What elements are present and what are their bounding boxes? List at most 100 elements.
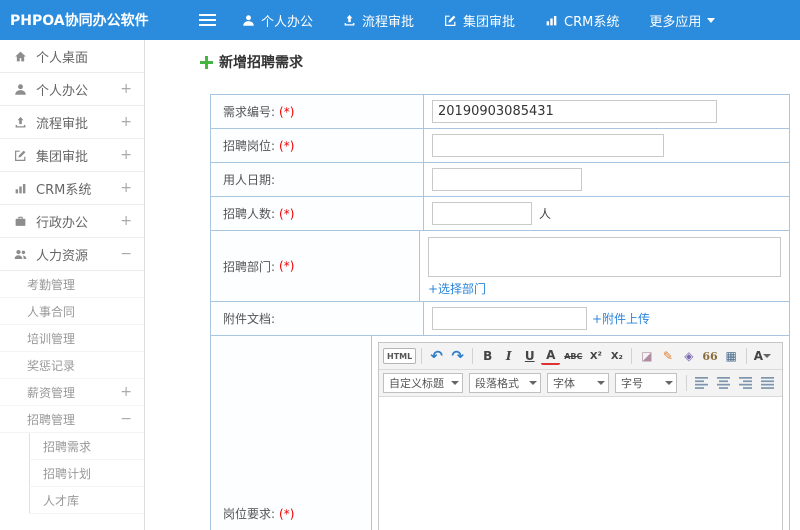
heading-select[interactable]: 自定义标题 — [383, 373, 463, 393]
sidebar-item[interactable]: 人事合同 — [0, 298, 144, 325]
menu-icon[interactable] — [199, 10, 216, 30]
select-department-link[interactable]: +选择部门 — [428, 280, 486, 297]
sidebar-item[interactable]: 人力资源 − — [0, 238, 144, 271]
field-value: +附件上传 — [424, 302, 789, 335]
home-icon — [14, 50, 27, 63]
sidebar-item[interactable]: 行政办公 + — [0, 205, 144, 238]
sidebar-item-label: 薪资管理 — [27, 385, 76, 400]
field-label: 招聘人数: (*) — [211, 197, 424, 230]
nav-item[interactable]: CRM系统 — [545, 11, 619, 30]
expander-icon[interactable]: − — [120, 247, 132, 261]
sidebar-item[interactable]: 流程审批 + — [0, 106, 144, 139]
align-justify-button[interactable] — [761, 377, 775, 389]
required-mark: (*) — [279, 138, 295, 153]
sidebar-menu: 个人桌面 个人办公 + 流程审批 + 集团审批 + CRM系统 + 行政办公 + 人力资源 − 考勤管理人… — [0, 40, 144, 514]
sidebar: 个人桌面 个人办公 + 流程审批 + 集团审批 + CRM系统 + 行政办公 + 人力资源 − 考勤管理人… — [0, 40, 145, 530]
caret-down-icon — [707, 17, 716, 27]
table-button[interactable]: ▦ — [722, 346, 741, 366]
required-mark: (*) — [279, 206, 295, 221]
undo-button[interactable]: ↶ — [427, 346, 446, 366]
app-logo: PHPOA协同办公软件 — [10, 13, 149, 29]
sidebar-item[interactable]: 个人桌面 — [0, 40, 144, 73]
font-color-button[interactable]: A — [541, 348, 561, 365]
strikethrough-button[interactable]: ABC — [562, 346, 584, 366]
blockquote-button[interactable]: 66 — [700, 346, 719, 366]
sidebar-item[interactable]: 招聘需求 — [29, 433, 144, 460]
toolbar-separator — [421, 348, 423, 364]
expander-icon[interactable]: + — [120, 115, 132, 129]
paragraph-select[interactable]: 段落格式 — [469, 373, 541, 393]
position-input[interactable] — [432, 134, 664, 157]
sidebar-item[interactable]: 培训管理 — [0, 325, 144, 352]
page-title: 新增招聘需求 — [219, 55, 303, 71]
chart-icon — [545, 14, 558, 27]
edit-icon — [14, 149, 27, 162]
sidebar-item-label: 招聘管理 — [27, 412, 76, 427]
chart-icon — [14, 182, 27, 195]
upload-attachment-link[interactable]: +附件上传 — [592, 310, 650, 327]
select-label: 自定义标题 — [389, 377, 444, 390]
form-row-headcount: 招聘人数: (*) 人 — [211, 197, 789, 231]
nav-item[interactable]: 更多应用 — [649, 11, 716, 30]
sidebar-item[interactable]: 考勤管理 — [0, 271, 144, 298]
sidebar-item[interactable]: 人才库 — [29, 487, 144, 514]
headcount-input[interactable] — [432, 202, 532, 225]
nav-item[interactable]: 个人办公 — [242, 11, 313, 30]
align-left-button[interactable] — [695, 377, 709, 389]
sidebar-item-label: 招聘计划 — [43, 466, 92, 481]
editor-content-area[interactable] — [379, 397, 782, 530]
source-code-button[interactable]: HTML — [383, 348, 417, 364]
eraser-button[interactable]: ◪ — [637, 346, 656, 366]
expander-icon[interactable]: − — [120, 412, 132, 426]
editor-toolbar-row2: 自定义标题 段落格式 字体 字号 — [379, 370, 782, 397]
hiring-date-input[interactable] — [432, 168, 582, 191]
underline-button[interactable]: U — [520, 346, 539, 366]
expander-icon[interactable]: + — [120, 385, 132, 399]
sidebar-item[interactable]: CRM系统 + — [0, 172, 144, 205]
expander-icon[interactable]: + — [120, 148, 132, 162]
label-text: 用人日期: — [223, 173, 276, 187]
caret-down-icon — [597, 381, 605, 389]
department-textarea[interactable] — [428, 237, 781, 277]
font-select[interactable]: 字体 — [547, 373, 609, 393]
nav-item[interactable]: 流程审批 — [343, 11, 414, 30]
subscript-button[interactable]: X₂ — [607, 346, 626, 366]
redo-button[interactable]: ↷ — [448, 346, 467, 366]
sidebar-item[interactable]: 个人办公 + — [0, 73, 144, 106]
bold-button[interactable]: B — [478, 346, 497, 366]
required-mark: (*) — [279, 259, 295, 273]
sidebar-item-label: 人力资源 — [36, 248, 89, 264]
field-label: 招聘部门: (*) — [211, 231, 420, 301]
toolbar-separator — [745, 348, 747, 364]
superscript-button[interactable]: X² — [586, 346, 605, 366]
sidebar-item[interactable]: 奖惩记录 — [0, 352, 144, 379]
field-value — [424, 129, 789, 162]
sidebar-item[interactable]: 招聘计划 — [29, 460, 144, 487]
sidebar-item[interactable]: 薪资管理 + — [0, 379, 144, 406]
add-icon — [200, 55, 213, 69]
field-label: 用人日期: — [211, 163, 424, 196]
caret-down-icon — [665, 381, 673, 389]
text-color-button[interactable]: A — [752, 346, 773, 366]
top-nav: 个人办公 流程审批 集团审批 CRM系统 更多应用 — [242, 11, 745, 30]
attachment-input[interactable] — [432, 307, 587, 330]
select-label: 段落格式 — [475, 377, 519, 390]
request-number-input[interactable] — [432, 100, 717, 123]
italic-button[interactable]: I — [499, 346, 518, 366]
size-select[interactable]: 字号 — [615, 373, 677, 393]
expander-icon[interactable]: + — [120, 214, 132, 228]
palette-button[interactable]: ◈ — [679, 346, 698, 366]
sidebar-item[interactable]: 集团审批 + — [0, 139, 144, 172]
align-center-button[interactable] — [717, 377, 731, 389]
expander-icon[interactable]: + — [120, 82, 132, 96]
field-label: 附件文档: — [211, 302, 424, 335]
label-text: 招聘岗位: — [223, 139, 276, 153]
expander-icon[interactable]: + — [120, 181, 132, 195]
format-brush-button[interactable]: ✎ — [658, 346, 677, 366]
people-icon — [14, 248, 27, 261]
sidebar-item-label: 行政办公 — [36, 215, 89, 231]
field-label: 岗位要求: (*) — [211, 336, 372, 530]
align-right-button[interactable] — [739, 377, 753, 389]
nav-item[interactable]: 集团审批 — [444, 11, 515, 30]
sidebar-item[interactable]: 招聘管理 − — [0, 406, 144, 433]
